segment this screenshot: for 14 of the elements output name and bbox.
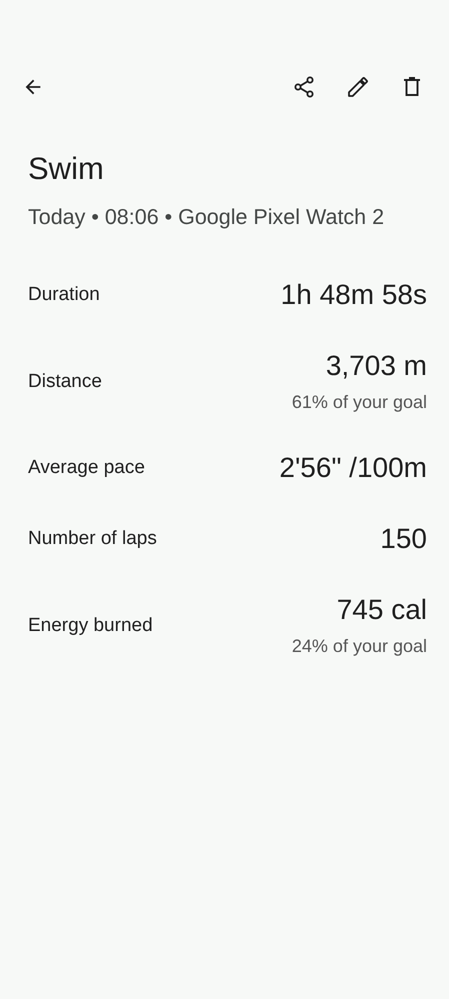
metric-value: 3,703 m: [326, 350, 427, 382]
metric-label: Distance: [28, 370, 102, 392]
pencil-icon: [346, 75, 370, 99]
share-icon: [292, 75, 316, 99]
metric-value: 1h 48m 58s: [280, 279, 427, 311]
metric-label: Average pace: [28, 457, 145, 479]
workout-details: Today • 08:06 • Google Pixel Watch 2: [28, 204, 386, 231]
metric-label: Number of laps: [28, 528, 157, 550]
metric-value: 745 cal: [336, 594, 427, 626]
workout-title: Swim: [28, 151, 105, 187]
metric-value: 2'56" /100m: [279, 452, 427, 484]
metric-value: 150: [380, 523, 427, 555]
metric-label: Energy burned: [28, 614, 153, 636]
metric-label: Duration: [28, 284, 100, 306]
